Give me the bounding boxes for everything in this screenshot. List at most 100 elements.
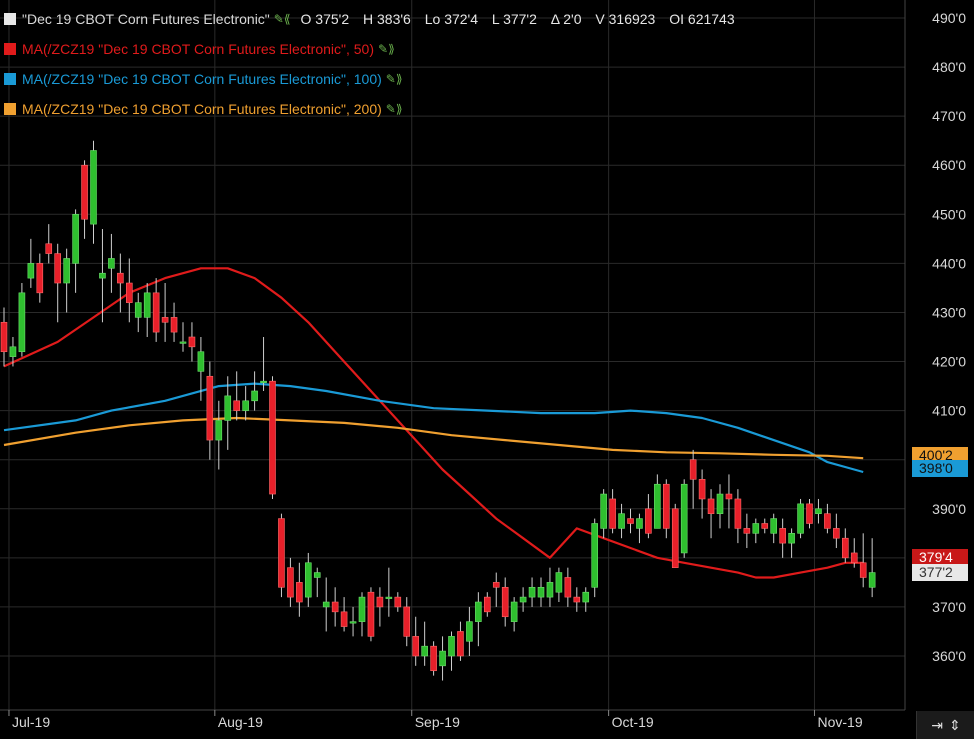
candle-body (770, 518, 778, 534)
candle (815, 498, 822, 524)
candle-body (134, 302, 142, 318)
legend-ma200-swatch (4, 103, 16, 115)
legend-ma200: MA(/ZCZ19 "Dec 19 CBOT Corn Futures Elec… (4, 94, 745, 124)
candle (0, 307, 8, 367)
candle-body (313, 572, 321, 578)
candle-body (349, 621, 357, 624)
candle-body (385, 596, 393, 599)
candle-body (492, 582, 500, 588)
candle-body (510, 601, 518, 622)
candle (108, 233, 115, 293)
badge-text: 377'2 (919, 564, 953, 580)
candle (278, 513, 285, 598)
expand-axis-icon[interactable]: ⇥ (931, 717, 943, 734)
candle (859, 533, 867, 588)
candle-body (358, 596, 366, 622)
candle (18, 283, 26, 357)
stat-low: Lo 372'4 (424, 11, 479, 27)
candle-body (340, 611, 348, 627)
candle (224, 376, 232, 450)
candle-body (72, 214, 79, 264)
candle (716, 484, 724, 529)
candle (233, 371, 240, 421)
y-tick-label: 460'0 (932, 157, 966, 173)
edit-pencil-icon[interactable]: ✎⟪ (274, 4, 291, 34)
candle (564, 567, 572, 607)
candle-body (573, 596, 581, 603)
candle-body (627, 518, 634, 524)
x-tick-label: Oct-19 (612, 714, 654, 730)
candle-body (859, 562, 867, 578)
candle (322, 577, 330, 632)
moving-averages (3, 267, 864, 579)
candle-body (645, 508, 652, 534)
candle-body (815, 508, 822, 514)
legend-main-label: "Dec 19 CBOT Corn Futures Electronic" (22, 11, 270, 27)
stat-open: O 375'2 (300, 11, 350, 27)
edit-pencil-icon[interactable]: ✎⟫ (378, 34, 395, 64)
candle (510, 597, 518, 632)
candle-body (824, 513, 831, 529)
y-tick-label: 480'0 (932, 59, 966, 75)
edit-pencil-icon[interactable]: ✎⟫ (386, 64, 403, 94)
candle (287, 557, 294, 607)
candle (90, 140, 97, 244)
y-tick-label: 420'0 (932, 354, 966, 370)
candle (743, 513, 751, 549)
candle-body (269, 380, 276, 495)
candle (707, 489, 715, 539)
candle-body (636, 518, 643, 529)
candle (179, 322, 187, 352)
candle (537, 577, 545, 607)
candle-body (242, 400, 249, 411)
candle-body (707, 498, 715, 514)
candle-body (81, 164, 88, 220)
candle-body (63, 258, 70, 284)
candle (671, 503, 679, 568)
candle (313, 567, 321, 598)
candle (761, 518, 769, 534)
candle-body (36, 263, 44, 294)
candle (412, 616, 420, 666)
candle (627, 508, 634, 534)
candle (519, 587, 527, 612)
candle (304, 552, 312, 607)
candle (340, 597, 348, 632)
candle-body (99, 272, 106, 279)
badge-text: 398'0 (919, 460, 953, 476)
candle (63, 248, 70, 313)
candle-body (170, 317, 178, 333)
candle (117, 253, 124, 313)
candle (99, 229, 106, 323)
candle-body (233, 400, 240, 411)
candle-body (483, 596, 491, 613)
candle (833, 513, 840, 549)
candle (591, 518, 599, 598)
candle-body (591, 523, 599, 588)
candle-body (850, 552, 858, 564)
candle-body (287, 567, 294, 598)
candle-body (117, 272, 124, 284)
candle-body (394, 596, 402, 608)
candle-body (430, 645, 437, 672)
candle-body (689, 459, 697, 480)
candle (609, 489, 616, 534)
legend-ma50-swatch (4, 43, 16, 55)
candle-body (152, 292, 160, 333)
legend-ma100: MA(/ZCZ19 "Dec 19 CBOT Corn Futures Elec… (4, 64, 745, 94)
candle-body (224, 395, 232, 421)
candle-body (412, 636, 420, 657)
candle (770, 513, 778, 544)
candle-body (600, 493, 607, 529)
candle-body (421, 645, 428, 657)
candle (779, 518, 786, 558)
candle-body (519, 596, 527, 603)
x-tick-label: Sep-19 (415, 714, 460, 730)
candle-body (18, 292, 26, 353)
candle-body (457, 631, 464, 657)
candle (385, 567, 393, 617)
edit-pencil-icon[interactable]: ✎⟫ (386, 94, 403, 124)
candle (269, 376, 276, 499)
axis-settings-icon[interactable]: ⇕ (949, 717, 961, 734)
candle-body (671, 508, 679, 568)
